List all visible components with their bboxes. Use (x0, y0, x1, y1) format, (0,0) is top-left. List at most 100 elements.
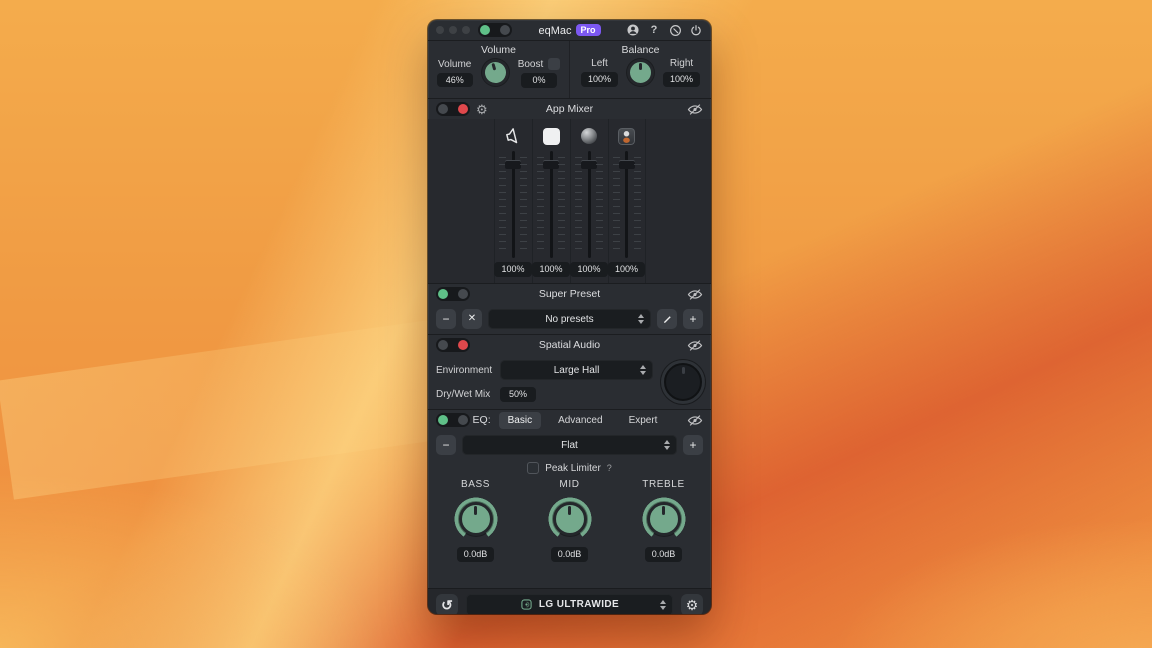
power-icon (691, 24, 701, 35)
user-icon (627, 24, 639, 36)
eye-slash-icon (687, 414, 703, 426)
app-mixer-body: 100% 100% 100% 100% (428, 119, 711, 283)
environment-dropdown[interactable]: Large Hall (500, 360, 653, 380)
toggle-red-dot (458, 340, 468, 350)
app-mixer-toggle[interactable] (436, 102, 470, 116)
balance-left-value: 100% (580, 72, 618, 87)
plus-icon: + (689, 438, 697, 452)
eq-tabs: EQ: Basic Advanced Expert (428, 411, 711, 429)
app-mixer-title: App Mixer (545, 103, 594, 115)
channel-value: 100% (494, 262, 532, 277)
app-mixer-hide-button[interactable] (687, 103, 703, 116)
minus-icon: − (442, 312, 450, 326)
reset-button[interactable]: ↺ (436, 593, 458, 614)
device-icon (521, 599, 532, 610)
toggle-off-dot (500, 25, 510, 35)
knob-dial[interactable] (552, 502, 587, 536)
treble-knob[interactable] (641, 497, 686, 541)
volume-knob[interactable] (478, 56, 512, 90)
mid-knob[interactable] (547, 497, 592, 541)
preset-remove-button[interactable]: − (436, 309, 456, 329)
volume-heading: Volume (480, 44, 517, 56)
eq-hide-button[interactable] (687, 414, 703, 427)
preset-dropdown[interactable]: No presets (488, 309, 651, 329)
toggle-on-dot (438, 415, 448, 425)
eq-preset-dropdown[interactable]: Flat (462, 435, 677, 455)
slider-handle[interactable] (581, 160, 597, 169)
peak-limiter-help-icon[interactable]: ? (607, 463, 612, 473)
volume-control: Volume 46% (436, 59, 473, 88)
band-treble-label: TREBLE (642, 479, 685, 490)
toggle-on-dot (438, 289, 448, 299)
spatial-audio-hide-button[interactable] (687, 339, 703, 352)
tools-button[interactable] (668, 23, 682, 37)
app-mixer-header: ⚙ App Mixer (428, 98, 711, 119)
channel-slider[interactable] (574, 151, 604, 259)
super-preset-toggle[interactable] (436, 287, 470, 301)
spatial-knob[interactable] (664, 363, 702, 401)
stepper-icon (660, 599, 666, 610)
power-button[interactable] (689, 23, 703, 37)
boost-label: Boost (517, 58, 544, 70)
slider-handle[interactable] (543, 160, 559, 169)
close-window-button[interactable] (436, 26, 444, 34)
preset-clear-button[interactable]: ✕ (462, 309, 482, 329)
preset-add-button[interactable]: + (683, 309, 703, 329)
slider-handle[interactable] (505, 160, 521, 169)
boxy-app-icon (618, 127, 635, 145)
band-mid: MID 0.0dB (547, 479, 592, 562)
speaker-app-icon (506, 128, 518, 144)
band-mid-label: MID (559, 479, 580, 490)
tab-advanced[interactable]: Advanced (549, 412, 611, 429)
output-device-dropdown[interactable]: LG ULTRAWIDE (466, 593, 673, 614)
plus-icon: + (689, 312, 697, 326)
peak-limiter-checkbox[interactable] (527, 462, 540, 474)
channel-value: 100% (570, 262, 608, 277)
channel-slider[interactable] (612, 151, 642, 259)
app-mixer-settings-button[interactable]: ⚙ (476, 103, 488, 116)
knob-dial[interactable] (646, 502, 681, 536)
spatial-audio-body: Environment Large Hall Dry/Wet Mix 50% (428, 355, 711, 409)
peak-limiter-row: Peak Limiter ? (428, 462, 711, 474)
balance-knob[interactable] (627, 58, 654, 86)
minus-icon: − (442, 438, 450, 452)
sphere-app-icon (581, 128, 597, 144)
boost-checkbox[interactable] (548, 58, 561, 70)
global-enable-toggle[interactable] (478, 23, 512, 37)
band-bass-value: 0.0dB (456, 547, 495, 562)
white-app-icon (542, 127, 560, 145)
titlebar-icons: ? (626, 23, 703, 37)
help-icon: ? (650, 24, 658, 36)
balance-right-value: 100% (663, 72, 701, 87)
bass-knob[interactable] (453, 497, 498, 541)
super-preset-hide-button[interactable] (687, 288, 703, 301)
super-preset-controls: − ✕ No presets + (428, 304, 711, 334)
channel-slider[interactable] (498, 151, 528, 259)
knob-dial[interactable] (458, 502, 493, 536)
slider-handle[interactable] (618, 160, 635, 169)
band-mid-value: 0.0dB (550, 547, 589, 562)
boost-control: Boost 0% (518, 58, 561, 88)
eq-toggle[interactable] (436, 413, 470, 427)
help-button[interactable]: ? (647, 23, 661, 37)
eq-preset-add-button[interactable]: + (683, 435, 703, 455)
super-preset-header: Super Preset (428, 283, 711, 304)
spatial-audio-toggle[interactable] (436, 338, 470, 352)
eq-preset-remove-button[interactable]: − (436, 435, 456, 455)
account-button[interactable] (626, 23, 640, 37)
tab-basic[interactable]: Basic (498, 411, 542, 429)
balance-left-control: Left 100% (580, 58, 618, 87)
settings-button[interactable]: ⚙ (681, 593, 703, 614)
minimize-window-button[interactable] (449, 26, 457, 34)
eq-preset-value: Flat (561, 439, 578, 451)
eye-slash-icon (687, 288, 703, 300)
channel-slider[interactable] (536, 151, 566, 259)
peak-limiter-label: Peak Limiter (545, 462, 601, 474)
zoom-window-button[interactable] (462, 26, 470, 34)
spatial-audio-header: Spatial Audio (428, 334, 711, 355)
tab-expert[interactable]: Expert (620, 412, 667, 429)
eqmac-window: eqMac Pro ? Volume Volume 46% Boost 0% B… (428, 20, 711, 614)
eye-slash-icon (687, 339, 703, 351)
environment-value: Large Hall (553, 364, 600, 376)
preset-edit-button[interactable] (657, 309, 677, 329)
